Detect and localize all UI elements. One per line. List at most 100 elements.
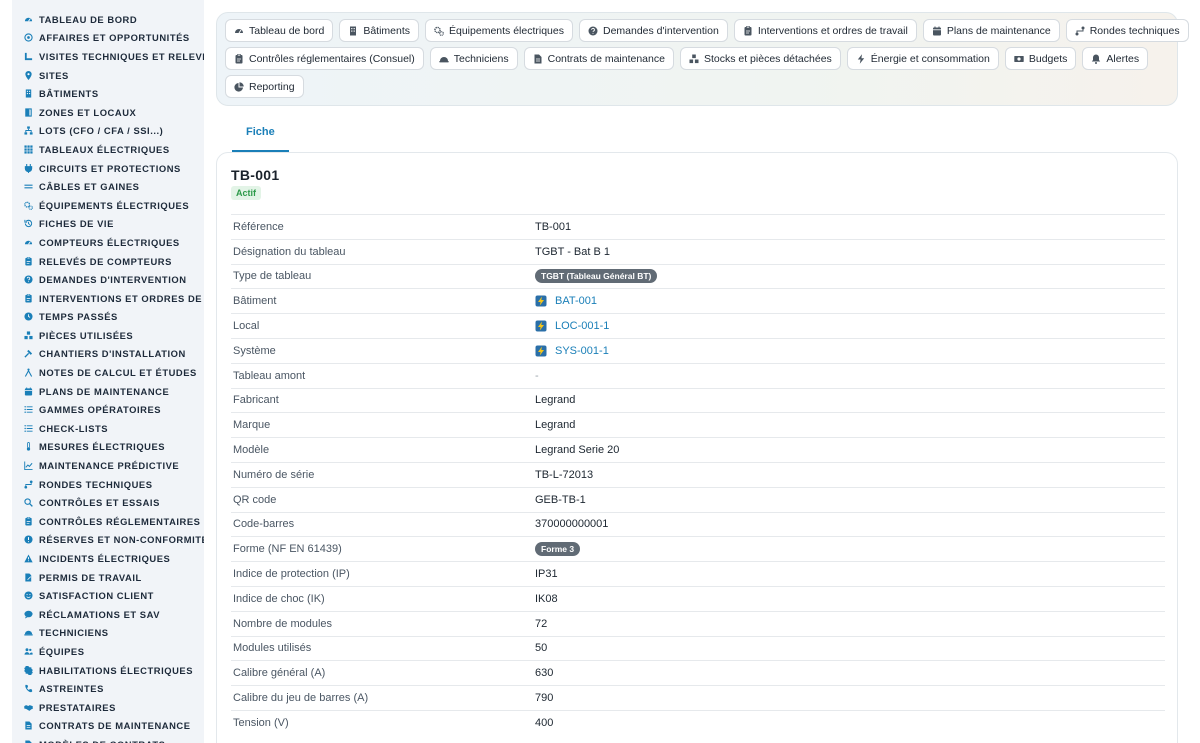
sidebar-item-label: COMPTEURS ÉLECTRIQUES xyxy=(39,236,180,248)
record-link[interactable]: SYS-001-1 xyxy=(555,345,609,357)
sidebar-item[interactable]: CHANTIERS D'INSTALLATION xyxy=(12,345,204,364)
tab-fiche[interactable]: Fiche xyxy=(232,118,289,152)
sidebar-item[interactable]: TECHNICIENS xyxy=(12,624,204,643)
bell-icon xyxy=(1091,54,1101,64)
field-label: Nombre de modules xyxy=(233,617,333,630)
sidebar-item[interactable]: MESURES ÉLECTRIQUES xyxy=(12,438,204,457)
sidebar-item[interactable]: BÂTIMENTS xyxy=(12,84,204,103)
sidebar-item[interactable]: ÉQUIPES xyxy=(12,642,204,661)
nav-button[interactable]: Plans de maintenance xyxy=(922,19,1060,42)
nav-button-label: Reporting xyxy=(249,80,295,93)
pin-icon xyxy=(24,70,33,80)
sidebar-item[interactable]: MODÈLES DE CONTRATS xyxy=(12,735,204,743)
nav-button[interactable]: Reporting xyxy=(225,75,304,98)
record-link[interactable]: BAT-001 xyxy=(555,295,597,307)
nav-button-label: Plans de maintenance xyxy=(946,24,1051,37)
nav-button[interactable]: Interventions et ordres de travail xyxy=(733,19,917,42)
sidebar-item[interactable]: AFFAIRES ET OPPORTUNITÉS xyxy=(12,29,204,48)
sidebar-item[interactable]: ZONES ET LOCAUX xyxy=(12,103,204,122)
building-icon xyxy=(348,26,358,36)
helmet-icon xyxy=(439,54,449,64)
sidebar-item[interactable]: PLANS DE MAINTENANCE xyxy=(12,382,204,401)
sidebar-item[interactable]: FICHES DE VIE xyxy=(12,215,204,234)
field-value: 50 xyxy=(535,642,548,655)
sidebar-item-label: PLANS DE MAINTENANCE xyxy=(39,385,170,397)
field-row: Système SYS-001-1 xyxy=(231,337,1165,363)
route-icon xyxy=(1075,26,1085,36)
nav-button[interactable]: Tableau de bord xyxy=(225,19,334,42)
sidebar-item[interactable]: CONTRATS DE MAINTENANCE xyxy=(12,717,204,736)
field-label: Indice de choc (IK) xyxy=(233,592,325,605)
sidebar-item-label: SITES xyxy=(39,69,69,81)
sidebar-item-label: MAINTENANCE PRÉDICTIVE xyxy=(39,460,180,472)
sidebar-item[interactable]: TEMPS PASSÉS xyxy=(12,308,204,327)
sidebar-item[interactable]: RÉSERVES ET NON-CONFORMITÉS xyxy=(12,531,204,550)
nav-button[interactable]: Stocks et pièces détachées xyxy=(679,47,841,70)
sidebar-item[interactable]: GAMMES OPÉRATOIRES xyxy=(12,400,204,419)
nav-button[interactable]: Contrôles réglementaires (Consuel) xyxy=(225,47,424,70)
nav-button[interactable]: Équipements électriques xyxy=(425,19,573,42)
sidebar-item[interactable]: PERMIS DE TRAVAIL xyxy=(12,568,204,587)
nav-button[interactable]: Techniciens xyxy=(429,47,518,70)
field-label: Marque xyxy=(233,419,271,432)
sidebar-item[interactable]: CONTRÔLES ET ESSAIS xyxy=(12,493,204,512)
sidebar-item-label: RONDES TECHNIQUES xyxy=(39,478,153,490)
record-link[interactable]: LOC-001-1 xyxy=(555,320,609,332)
nav-button[interactable]: Rondes techniques xyxy=(1065,19,1189,42)
sidebar-item[interactable]: VISITES TECHNIQUES ET RELEVÉS xyxy=(12,47,204,66)
field-row: QR code GEB-TB-1 xyxy=(231,486,1165,512)
file-icon xyxy=(24,721,33,730)
grid-icon xyxy=(24,145,33,154)
sidebar-item[interactable]: DEMANDES D'INTERVENTION xyxy=(12,270,204,289)
sidebar-item[interactable]: MAINTENANCE PRÉDICTIVE xyxy=(12,456,204,475)
sidebar-item[interactable]: CHECK-LISTS xyxy=(12,419,204,438)
field-value: 790 xyxy=(535,692,554,705)
helmet-icon xyxy=(24,628,33,637)
sidebar-item[interactable]: SATISFACTION CLIENT xyxy=(12,586,204,605)
sidebar-item[interactable]: SITES xyxy=(12,66,204,85)
field-value: LOC-001-1 xyxy=(535,320,609,332)
sidebar-item-label: ZONES ET LOCAUX xyxy=(39,106,137,118)
field-row: Nombre de modules 72 xyxy=(231,610,1165,636)
nav-button[interactable]: Contrats de maintenance xyxy=(523,47,674,70)
sidebar-item[interactable]: TABLEAU DE BORD xyxy=(12,10,204,29)
sidebar-item[interactable]: PIÈCES UTILISÉES xyxy=(12,326,204,345)
field-label: Numéro de série xyxy=(233,468,315,481)
lightning-badge-icon xyxy=(535,320,547,332)
sidebar-item[interactable]: TABLEAUX ÉLECTRIQUES xyxy=(12,140,204,159)
sidebar-item[interactable]: HABILITATIONS ÉLECTRIQUES xyxy=(12,661,204,680)
nav-button[interactable]: Alertes xyxy=(1082,47,1149,70)
sidebar-item[interactable]: COMPTEURS ÉLECTRIQUES xyxy=(12,233,204,252)
route-icon xyxy=(24,480,33,489)
field-label: Fabricant xyxy=(233,394,279,407)
sidebar-item[interactable]: ASTREINTES xyxy=(12,679,204,698)
nav-button-label: Alertes xyxy=(1106,52,1140,65)
sidebar-item[interactable]: ÉQUIPEMENTS ÉLECTRIQUES xyxy=(12,196,204,215)
sidebar-item[interactable]: RELEVÉS DE COMPTEURS xyxy=(12,252,204,271)
nav-button[interactable]: Budgets xyxy=(1004,47,1077,70)
target-icon xyxy=(24,33,33,43)
sidebar-item[interactable]: CÂBLES ET GAINES xyxy=(12,177,204,196)
question-icon xyxy=(588,26,598,36)
sidebar-item[interactable]: CONTRÔLES RÉGLEMENTAIRES xyxy=(12,512,204,531)
sidebar-item[interactable]: RONDES TECHNIQUES xyxy=(12,475,204,494)
sidebar-item[interactable]: INCIDENTS ÉLECTRIQUES xyxy=(12,549,204,568)
field-label: Modules utilisés xyxy=(233,642,312,655)
nav-button[interactable]: Énergie et consommation xyxy=(846,47,999,70)
nav-button-label: Interventions et ordres de travail xyxy=(757,24,908,37)
sidebar-item[interactable]: NOTES DE CALCUL ET ÉTUDES xyxy=(12,363,204,382)
sidebar-item[interactable]: RÉCLAMATIONS ET SAV xyxy=(12,605,204,624)
nav-button[interactable]: Bâtiments xyxy=(339,19,419,42)
sidebar-item-label: RÉSERVES ET NON-CONFORMITÉS xyxy=(39,534,204,546)
sidebar-item[interactable]: PRESTATAIRES xyxy=(12,698,204,717)
sidebar-item[interactable]: INTERVENTIONS ET ORDRES DE TRAVAIL xyxy=(12,289,204,308)
sidebar-item[interactable]: LOTS (CFO / CFA / SSI...) xyxy=(12,122,204,141)
field-label: Indice de protection (IP) xyxy=(233,568,350,581)
lines-icon xyxy=(24,182,33,191)
sidebar-item[interactable]: CIRCUITS ET PROTECTIONS xyxy=(12,159,204,178)
sidebar-item-label: SATISFACTION CLIENT xyxy=(39,590,154,602)
sidebar-item-label: NOTES DE CALCUL ET ÉTUDES xyxy=(39,367,197,379)
sidebar-item-label: TEMPS PASSÉS xyxy=(39,311,118,323)
nav-button[interactable]: Demandes d'intervention xyxy=(578,19,728,42)
sidebar-item-label: TECHNICIENS xyxy=(39,627,109,639)
